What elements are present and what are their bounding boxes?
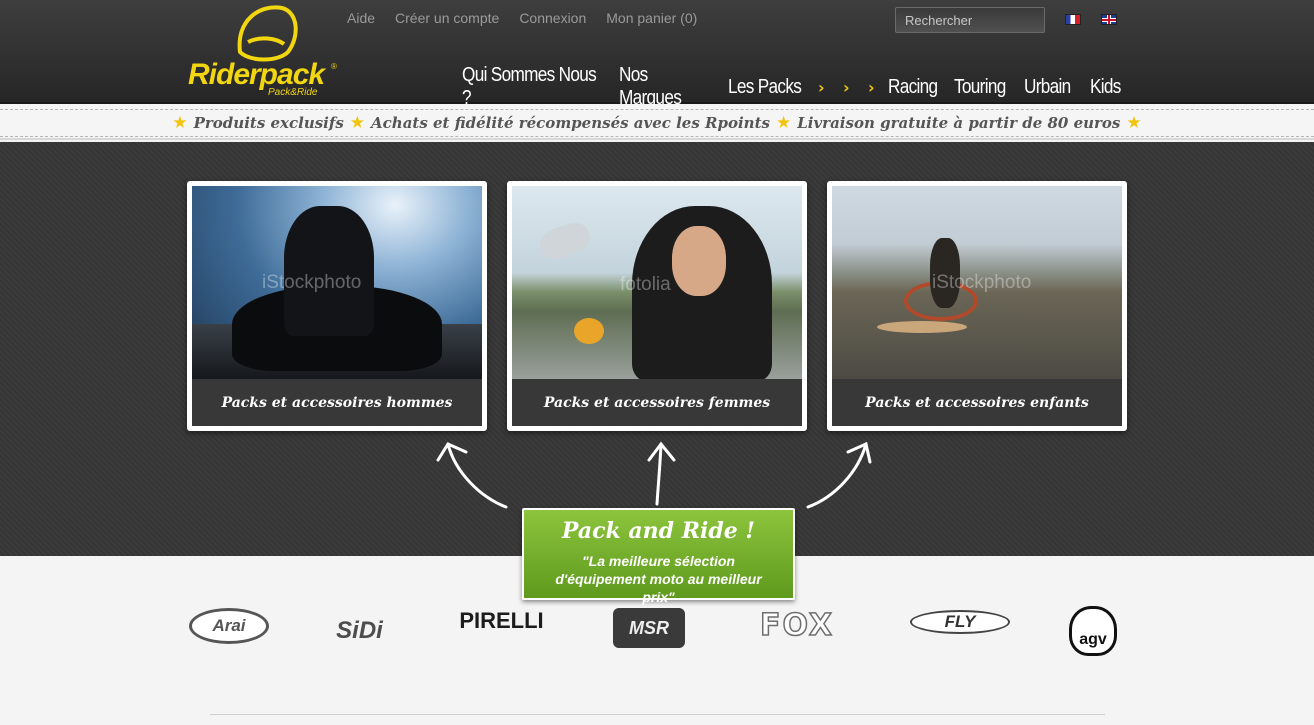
pirelli-wordmark: PIRELLI (459, 608, 544, 633)
nav-urbain[interactable]: Urbain (1024, 76, 1081, 99)
star-icon: ★ (172, 113, 188, 133)
link-cart[interactable]: Mon panier (0) (606, 10, 697, 26)
nav-racing[interactable]: Racing (888, 76, 945, 99)
men-caption-text: Packs et accessoires hommes (221, 394, 453, 411)
fly-wordmark: FLY (910, 610, 1010, 634)
helmet-icon (237, 5, 298, 62)
star-icon: ★ (1126, 113, 1142, 133)
logo-tagline: Pack&Ride (268, 87, 318, 98)
link-create-account[interactable]: Créer un compte (395, 10, 499, 26)
fox-wordmark: FOX (759, 607, 835, 644)
msr-wordmark: MSR (613, 608, 685, 648)
nav-touring[interactable]: Touring (954, 76, 1014, 99)
benefit-exclusive: Produits exclusifs (193, 114, 344, 132)
benefit-free-shipping: Livraison gratuite à partir de 80 euros (797, 114, 1121, 132)
main-nav: Qui Sommes Nous ? Nos Marques Les Packs … (462, 64, 1122, 110)
flag-en-icon[interactable] (1101, 14, 1117, 25)
star-icon: ★ (775, 113, 792, 133)
banner-subtitle: "La meilleure sélection d'équipement mot… (555, 553, 762, 605)
nav-nos-marques[interactable]: Nos Marques (619, 64, 713, 110)
women-caption[interactable]: Packs et accessoires femmes (512, 379, 802, 426)
chevron-right-icon: › (843, 77, 850, 97)
category-card-kids[interactable]: iStockphoto Packs et accessoires enfants (827, 181, 1127, 431)
flag-fr-icon[interactable] (1065, 14, 1081, 25)
top-links: Aide Créer un compte Connexion Mon panie… (347, 10, 697, 26)
brand-logo-sidi[interactable]: SiDi (327, 606, 392, 656)
category-card-men[interactable]: iStockphoto Packs et accessoires hommes (187, 181, 487, 431)
photo-watermark: fotolia (620, 274, 671, 295)
pack-and-ride-banner[interactable]: Pack and Ride ! "La meilleure sélection … (522, 508, 795, 605)
brand-logo-agv[interactable]: agv (1068, 605, 1118, 657)
arrow-right-icon (806, 442, 868, 509)
chevron-right-icon: › (818, 77, 825, 97)
brand-logo-fly-racing[interactable]: FLY (908, 608, 1012, 636)
photo-watermark: iStockphoto (262, 272, 362, 293)
men-photo[interactable]: iStockphoto (192, 186, 482, 379)
hero-section: iStockphoto Packs et accessoires hommes … (0, 142, 1314, 605)
site-header: Riderpack ® Pack&Ride Aide Créer un comp… (0, 0, 1314, 109)
kids-caption-text: Packs et accessoires enfants (865, 394, 1089, 411)
women-caption-text: Packs et accessoires femmes (543, 394, 771, 411)
link-login[interactable]: Connexion (519, 10, 586, 26)
brand-logo-fox[interactable]: FOX (743, 606, 851, 644)
footer-divider (210, 714, 1105, 715)
benefits-strip: ★ Produits exclusifs ★ Achats et fidélit… (0, 106, 1314, 140)
brand-logo-pirelli[interactable]: PIRELLI (449, 606, 554, 636)
arrow-center-icon (655, 442, 663, 506)
kids-photo[interactable]: iStockphoto (832, 186, 1122, 379)
sidi-wordmark: SiDi (336, 617, 383, 644)
nav-les-packs[interactable]: Les Packs (728, 76, 805, 99)
link-aide[interactable]: Aide (347, 10, 375, 26)
men-caption[interactable]: Packs et accessoires hommes (192, 379, 482, 426)
category-card-women[interactable]: fotolia Packs et accessoires femmes (507, 181, 807, 431)
chevron-right-icon: › (868, 77, 875, 97)
brand-logo-msr[interactable]: MSR (611, 606, 687, 650)
photo-watermark: iStockphoto (932, 272, 1032, 293)
kids-caption[interactable]: Packs et accessoires enfants (832, 379, 1122, 426)
riderpack-logo[interactable]: Riderpack ® Pack&Ride (188, 2, 338, 102)
arai-wordmark: Arai (212, 616, 246, 635)
nav-qui-sommes-nous[interactable]: Qui Sommes Nous ? (462, 64, 597, 110)
banner-title: Pack and Ride ! (561, 518, 756, 544)
logo-registered-mark: ® (331, 62, 337, 71)
brand-logo-arai[interactable]: Arai (187, 606, 271, 646)
star-icon: ★ (349, 113, 366, 133)
arrow-left-icon (446, 442, 508, 509)
agv-wordmark: agv (1069, 606, 1117, 656)
benefit-loyalty: Achats et fidélité récompensés avec les … (371, 114, 770, 132)
women-photo[interactable]: fotolia (512, 186, 802, 379)
nav-kids[interactable]: Kids (1090, 76, 1121, 99)
search-input[interactable] (895, 7, 1045, 33)
